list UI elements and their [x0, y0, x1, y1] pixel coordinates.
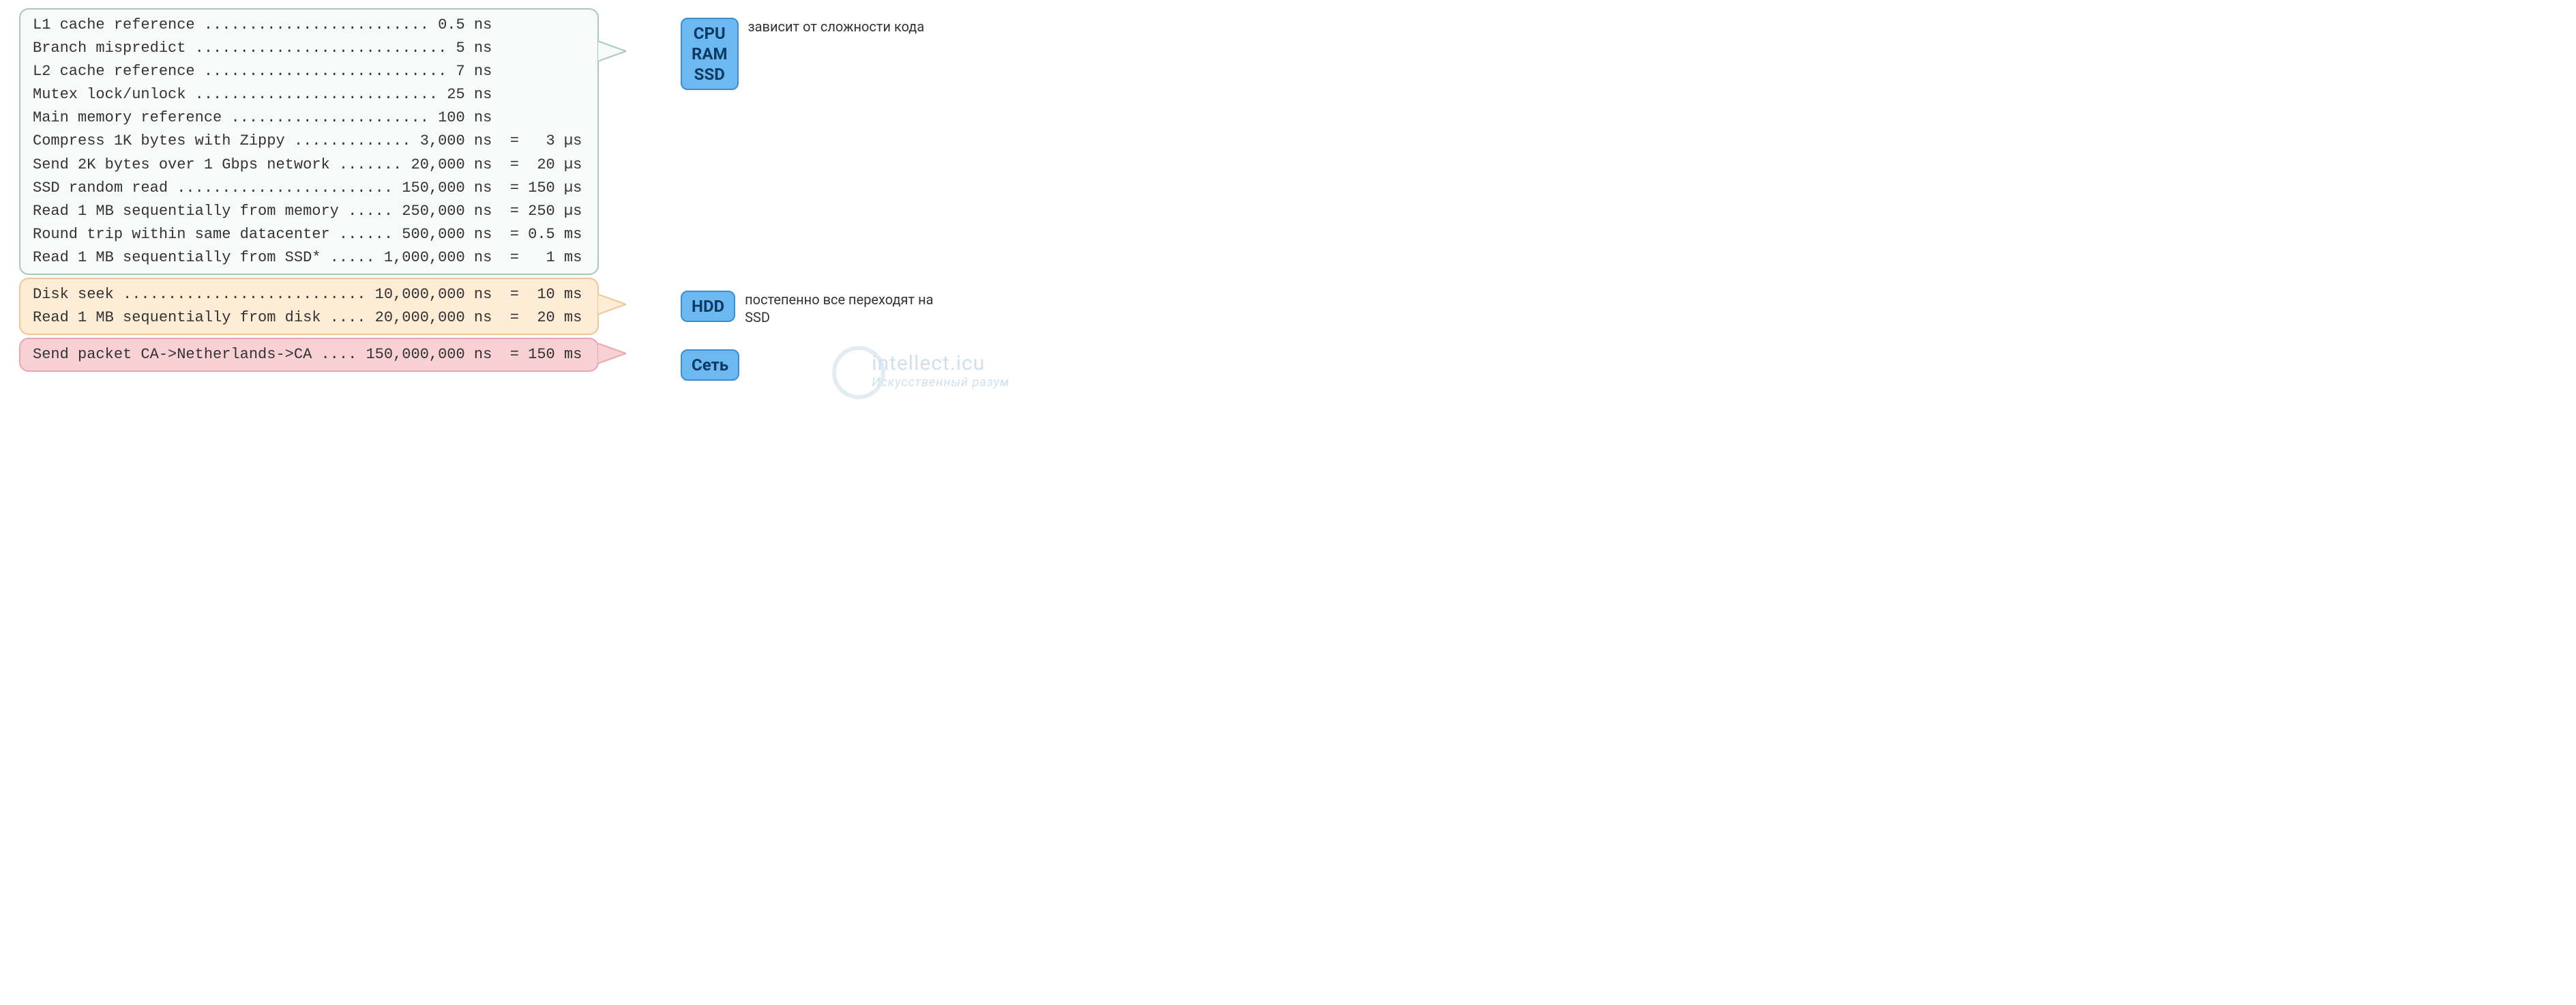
pennant-icon [597, 41, 626, 61]
latency-line: Read 1 MB sequentially from memory .....… [33, 200, 585, 223]
latency-group-orange: Disk seek ........................... 10… [19, 278, 599, 335]
layout-row: L1 cache reference .....................… [19, 8, 1016, 375]
category-badge: CPU RAM SSD [681, 18, 739, 90]
latency-line: Read 1 MB sequentially from SSD* ..... 1… [33, 246, 585, 270]
latency-line: SSD random read ........................… [33, 177, 585, 200]
annotation-text: постепенно все переходят на SSD [745, 291, 949, 326]
annotation-text: зависит от сложности кода [748, 18, 925, 35]
category-badge: Сеть [681, 349, 739, 381]
annotation: HDD постепенно все переходят на SSD [681, 291, 949, 326]
pennant-icon [597, 343, 626, 364]
latency-line: Send 2K bytes over 1 Gbps network ......… [33, 154, 585, 177]
annotation: CPU RAM SSD зависит от сложности кода [681, 18, 924, 90]
latency-line: Send packet CA->Netherlands->CA .... 150… [33, 343, 585, 366]
latency-line: Read 1 MB sequentially from disk .... 20… [33, 306, 585, 330]
latency-line: L1 cache reference .....................… [33, 14, 585, 37]
latency-group-red: Send packet CA->Netherlands->CA .... 150… [19, 338, 599, 372]
latency-line: Branch mispredict ......................… [33, 37, 585, 60]
latency-line: Disk seek ........................... 10… [33, 283, 585, 306]
annotation: Сеть [681, 349, 739, 381]
pennant-icon [597, 294, 626, 315]
latency-table: L1 cache reference .....................… [19, 8, 599, 375]
watermark-subtitle: Искусственный разум [872, 375, 1009, 390]
latency-line: Compress 1K bytes with Zippy ...........… [33, 130, 585, 153]
latency-line: L2 cache reference .....................… [33, 60, 585, 83]
category-badge: HDD [681, 291, 735, 322]
latency-line: Main memory reference ..................… [33, 106, 585, 130]
latency-line: Mutex lock/unlock ......................… [33, 83, 585, 106]
latency-line: Round trip within same datacenter ......… [33, 223, 585, 246]
latency-group-green: L1 cache reference .....................… [19, 8, 599, 275]
